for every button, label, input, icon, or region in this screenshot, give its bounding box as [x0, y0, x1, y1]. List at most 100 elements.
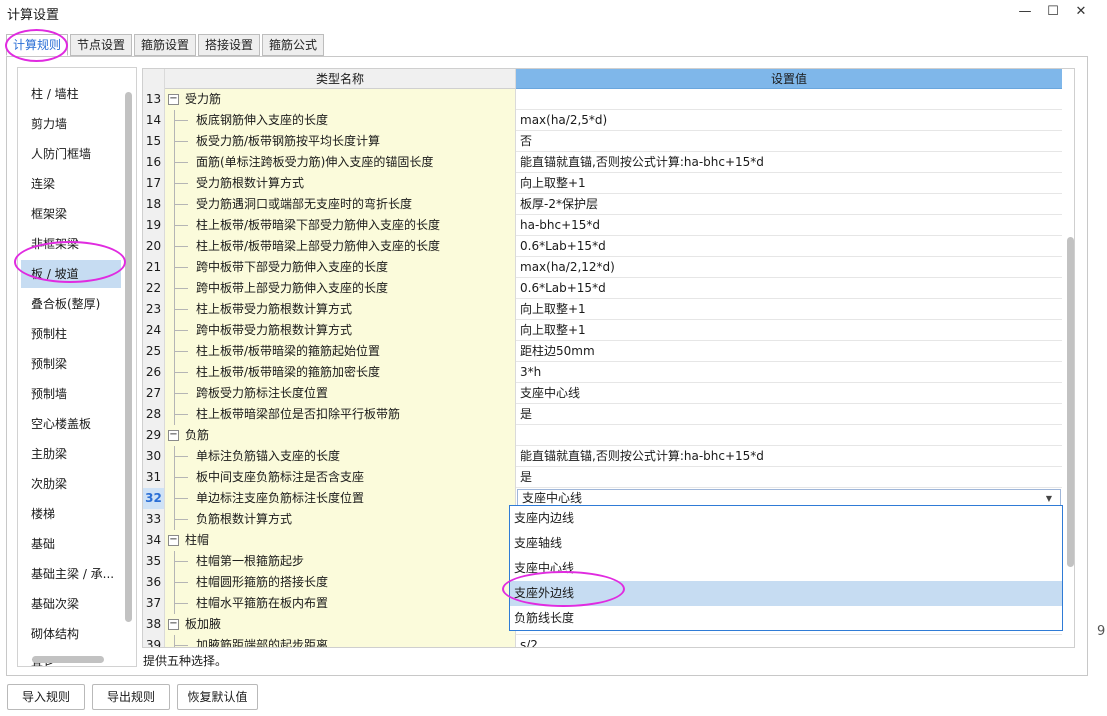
- tree-branch: [174, 330, 188, 331]
- setting-value-cell[interactable]: 0.6*Lab+15*d: [516, 236, 1062, 257]
- table-row[interactable]: 14 板底钢筋伸入支座的长度 max(ha/2,5*d): [143, 110, 1062, 131]
- dropdown-option[interactable]: 支座内边线: [510, 506, 1062, 531]
- setting-value-cell[interactable]: 板厚-2*保护层: [516, 194, 1062, 215]
- sidebar-item[interactable]: 预制柱: [21, 320, 121, 348]
- sidebar-item[interactable]: 柱 / 墙柱: [21, 80, 121, 108]
- collapse-icon[interactable]: −: [168, 535, 179, 546]
- restore-default-button[interactable]: 恢复默认值: [177, 684, 258, 710]
- row-number: 17: [143, 173, 165, 194]
- table-row[interactable]: 24 跨中板带受力筋根数计算方式 向上取整+1: [143, 320, 1062, 341]
- sidebar-item[interactable]: 连梁: [21, 170, 121, 198]
- setting-value-cell[interactable]: 距柱边50mm: [516, 341, 1062, 362]
- sidebar-item[interactable]: 叠合板(整厚): [21, 290, 121, 318]
- setting-value-cell[interactable]: 支座中心线: [516, 383, 1062, 404]
- tab-node-settings[interactable]: 节点设置: [70, 34, 132, 56]
- sidebar-item[interactable]: 非框架梁: [21, 230, 121, 258]
- type-name-label: 柱上板带/板带暗梁的箍筋加密长度: [196, 365, 381, 379]
- type-name-cell: − 板加腋: [165, 614, 516, 635]
- table-row[interactable]: 25 柱上板带/板带暗梁的箍筋起始位置 距柱边50mm: [143, 341, 1062, 362]
- setting-value-cell[interactable]: 能直锚就直锚,否则按公式计算:ha-bhc+15*d: [516, 446, 1062, 467]
- sidebar-item[interactable]: 基础次梁: [21, 590, 121, 618]
- setting-value-cell[interactable]: s/2: [516, 635, 1062, 647]
- collapse-icon[interactable]: −: [168, 94, 179, 105]
- type-name-label: 单边标注支座负筋标注长度位置: [196, 491, 365, 505]
- collapse-icon[interactable]: −: [168, 619, 179, 630]
- row-number: 23: [143, 299, 165, 320]
- sidebar-item[interactable]: 主肋梁: [21, 440, 121, 468]
- type-name-label: 受力筋根数计算方式: [196, 176, 305, 190]
- minimize-icon[interactable]: —: [1013, 2, 1037, 22]
- sidebar-item[interactable]: 框架梁: [21, 200, 121, 228]
- setting-value-cell[interactable]: 向上取整+1: [516, 299, 1062, 320]
- table-row[interactable]: 28 柱上板带暗梁部位是否扣除平行板带筋 是: [143, 404, 1062, 425]
- sidebar-item[interactable]: 剪力墙: [21, 110, 121, 138]
- setting-value-cell[interactable]: 否: [516, 131, 1062, 152]
- tree-branch: [174, 582, 188, 583]
- import-rules-button[interactable]: 导入规则: [7, 684, 85, 710]
- setting-value-cell[interactable]: 0.6*Lab+15*d: [516, 278, 1062, 299]
- sidebar-item[interactable]: 预制梁: [21, 350, 121, 378]
- type-name-label: 负筋根数计算方式: [196, 512, 293, 526]
- table-row[interactable]: 27 跨板受力筋标注长度位置 支座中心线: [143, 383, 1062, 404]
- dropdown-option[interactable]: 负筋线长度: [510, 606, 1062, 631]
- collapse-icon[interactable]: −: [168, 430, 179, 441]
- table-row[interactable]: 18 受力筋遇洞口或端部无支座时的弯折长度 板厚-2*保护层: [143, 194, 1062, 215]
- sidebar-item[interactable]: 次肋梁: [21, 470, 121, 498]
- sidebar-item[interactable]: 人防门框墙: [21, 140, 121, 168]
- row-number: 26: [143, 362, 165, 383]
- setting-value-cell[interactable]: 3*h: [516, 362, 1062, 383]
- tab-stirrup-formula[interactable]: 箍筋公式: [262, 34, 324, 56]
- tab-stirrup-settings[interactable]: 箍筋设置: [134, 34, 196, 56]
- table-row[interactable]: 21 跨中板带下部受力筋伸入支座的长度 max(ha/2,12*d): [143, 257, 1062, 278]
- sidebar-item[interactable]: 基础主梁 / 承...: [21, 560, 121, 588]
- dropdown-option[interactable]: 支座中心线: [510, 556, 1062, 581]
- table-row[interactable]: 29− 负筋: [143, 425, 1062, 446]
- setting-value-cell[interactable]: [516, 89, 1062, 110]
- tab-calc-rules[interactable]: 计算规则: [6, 34, 68, 56]
- type-name-cell: 受力筋遇洞口或端部无支座时的弯折长度: [165, 194, 516, 215]
- setting-value-cell[interactable]: 向上取整+1: [516, 320, 1062, 341]
- tree-branch: [174, 183, 188, 184]
- setting-value-cell[interactable]: max(ha/2,12*d): [516, 257, 1062, 278]
- table-row[interactable]: 20 柱上板带/板带暗梁上部受力筋伸入支座的长度 0.6*Lab+15*d: [143, 236, 1062, 257]
- table-row[interactable]: 31 板中间支座负筋标注是否含支座 是: [143, 467, 1062, 488]
- type-name-cell: 单边标注支座负筋标注长度位置: [165, 488, 516, 509]
- table-row[interactable]: 19 柱上板带/板带暗梁下部受力筋伸入支座的长度 ha-bhc+15*d: [143, 215, 1062, 236]
- close-icon[interactable]: ✕: [1069, 2, 1093, 22]
- grid-vertical-scrollbar[interactable]: [1067, 237, 1074, 567]
- dropdown-option[interactable]: 支座轴线: [510, 531, 1062, 556]
- setting-value-cell[interactable]: ha-bhc+15*d: [516, 215, 1062, 236]
- sidebar-item[interactable]: 空心楼盖板: [21, 410, 121, 438]
- tab-lap-settings[interactable]: 搭接设置: [198, 34, 260, 56]
- sidebar-horizontal-scrollbar[interactable]: [32, 656, 104, 663]
- table-row[interactable]: 22 跨中板带上部受力筋伸入支座的长度 0.6*Lab+15*d: [143, 278, 1062, 299]
- setting-value-cell[interactable]: 是: [516, 404, 1062, 425]
- table-row[interactable]: 16 面筋(单标注跨板受力筋)伸入支座的锚固长度 能直锚就直锚,否则按公式计算:ha…: [143, 152, 1062, 173]
- maximize-icon[interactable]: ☐: [1041, 2, 1065, 22]
- tree-branch: [174, 645, 188, 646]
- export-rules-button[interactable]: 导出规则: [92, 684, 170, 710]
- table-row[interactable]: 23 柱上板带受力筋根数计算方式 向上取整+1: [143, 299, 1062, 320]
- sidebar-item[interactable]: 基础: [21, 530, 121, 558]
- dropdown-option[interactable]: 支座外边线: [510, 581, 1062, 606]
- table-row[interactable]: 13− 受力筋: [143, 89, 1062, 110]
- type-name-cell: 柱帽第一根箍筋起步: [165, 551, 516, 572]
- setting-value-cell[interactable]: 是: [516, 467, 1062, 488]
- setting-value-cell[interactable]: 向上取整+1: [516, 173, 1062, 194]
- row-number: 28: [143, 404, 165, 425]
- setting-value-cell[interactable]: 能直锚就直锚,否则按公式计算:ha-bhc+15*d: [516, 152, 1062, 173]
- sidebar-item[interactable]: 砌体结构: [21, 620, 121, 648]
- setting-value-cell[interactable]: [516, 425, 1062, 446]
- table-row[interactable]: 39 加腋筋距端部的起步距离 s/2: [143, 635, 1062, 647]
- group-label: 板加腋: [185, 617, 222, 631]
- sidebar-item[interactable]: 楼梯: [21, 500, 121, 528]
- sidebar-vertical-scrollbar[interactable]: [125, 92, 132, 622]
- setting-value-cell[interactable]: max(ha/2,5*d): [516, 110, 1062, 131]
- sidebar-item[interactable]: 预制墙: [21, 380, 121, 408]
- table-row[interactable]: 30 单标注负筋锚入支座的长度 能直锚就直锚,否则按公式计算:ha-bhc+15*d: [143, 446, 1062, 467]
- header-setting-value: 设置值: [516, 69, 1062, 89]
- table-row[interactable]: 15 板受力筋/板带钢筋按平均长度计算 否: [143, 131, 1062, 152]
- table-row[interactable]: 17 受力筋根数计算方式 向上取整+1: [143, 173, 1062, 194]
- sidebar-item[interactable]: 板 / 坡道: [21, 260, 121, 288]
- table-row[interactable]: 26 柱上板带/板带暗梁的箍筋加密长度 3*h: [143, 362, 1062, 383]
